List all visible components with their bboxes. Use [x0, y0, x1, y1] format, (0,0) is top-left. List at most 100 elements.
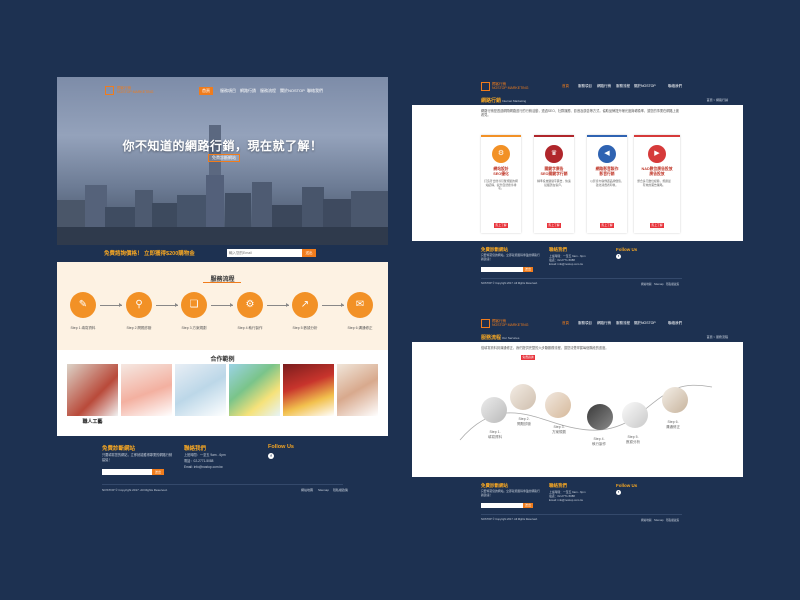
service-card[interactable]: ▶ NAD數位廣告投放 廣告投放 整合多元數位媒體，規劃最有效的廣告策略。 馬上了解 [634, 135, 680, 233]
footer-submit-button[interactable]: 送出 [523, 503, 533, 508]
nav-home[interactable]: 首頁 [562, 84, 569, 89]
service-icon: ♛ [545, 145, 563, 163]
learn-more-button[interactable]: 馬上了解 [547, 223, 561, 228]
process-step-3-image [545, 392, 571, 418]
portfolio-section: 合作範例 職人工藝 [57, 350, 388, 431]
facebook-icon[interactable]: f [616, 490, 621, 495]
step-arrow [322, 303, 344, 307]
nav-about[interactable]: 關於NOSTOP [634, 84, 656, 89]
step-1-label: Step 1.填寫資料 [70, 326, 96, 330]
portfolio-image-4[interactable] [229, 364, 280, 416]
portfolio-image-5[interactable] [283, 364, 334, 416]
process-step-5-label: Step 5. 數據分析 [626, 435, 640, 444]
footer-links[interactable]: 網站地圖 Sitemap 隱私權政策 [641, 282, 679, 286]
nav-home[interactable]: 首頁 [199, 87, 213, 95]
process-step-5-image [622, 402, 648, 428]
service-icon: ⚙ [492, 145, 510, 163]
footer-submit-button[interactable]: 送出 [152, 469, 164, 475]
contact-phone: 電話：02-2771-5088 [184, 459, 214, 463]
footer-email-input[interactable] [481, 267, 523, 272]
nav-marketing[interactable]: 網路行銷 [597, 84, 611, 89]
portfolio-image-6[interactable] [337, 364, 378, 416]
subscribe-text: 免費諮詢價格！ 立即獲得$200購物金 [104, 251, 195, 257]
nav-services[interactable]: 服務項目 [220, 88, 236, 94]
nav-marketing[interactable]: 網路行銷 [240, 88, 256, 94]
process-step-6-image [662, 387, 688, 413]
footer: 免費診斷網站 只要填寫您的網站，立即就能獲得專業的網路行銷建議！ 送出 聯絡我們… [412, 241, 743, 292]
card-accent [587, 135, 627, 137]
step-2-icon: ⚲ [126, 292, 152, 318]
footer-submit-button[interactable]: 送出 [523, 267, 533, 272]
top-nav: 獨客行銷 NOSTOP MARKETING 首頁 服務項目 網路行銷 服務流程 … [412, 77, 743, 95]
process-step-1-label: Step 1. 填寫資料 [488, 430, 502, 439]
process-step-1-image [481, 397, 507, 423]
footer-email-input[interactable] [481, 503, 523, 508]
top-nav: 獨客行銷 NOSTOP MARKETING 首頁 服務項目 網路行銷 服務流程 … [57, 77, 388, 103]
learn-more-button[interactable]: 馬上了解 [600, 223, 614, 228]
service-icon: ◀ [598, 145, 616, 163]
nav-process[interactable]: 服務流程 [616, 84, 630, 89]
contact-hours: 上班時間：一至五 9am - 6pm [184, 453, 226, 457]
service-card[interactable]: ♛ 關鍵字廣告 SEO關鍵字行銷 精準投放關鍵字廣告，快速接觸潛在客戶。 馬上了解 [534, 135, 574, 233]
logo-icon [481, 82, 490, 91]
top-nav: 獨客行銷 NOSTOP MARKETING 首頁 服務項目 網路行銷 服務流程 … [412, 314, 743, 332]
nav-marketing[interactable]: 網路行銷 [597, 321, 611, 326]
service-description: 精準投放關鍵字廣告，快速接觸潛在客戶。 [537, 179, 571, 187]
card-accent [534, 135, 574, 137]
copyright: NOSTOP © Copyright 2017. All Rights Rese… [481, 518, 538, 521]
footer-email-input[interactable] [102, 469, 152, 475]
footer-links[interactable]: 網站地圖 Sitemap 隱私權政策 [641, 518, 679, 522]
footer-link-privacy[interactable]: 隱私權政策 [333, 488, 348, 492]
section-title: 合作範例 [210, 357, 235, 363]
nav-contact[interactable]: 聯絡我們 [668, 321, 682, 326]
nav-home[interactable]: 首頁 [562, 321, 569, 326]
facebook-icon[interactable]: f [268, 453, 274, 459]
copyright: NOSTOP © Copyright 2017. All Rights Rese… [102, 488, 168, 492]
step-2-label: Step 2.問題診斷 [126, 326, 152, 330]
footer-link-sitemap-zh[interactable]: 網站地圖 [301, 488, 313, 492]
page-content: 網路行銷是透過網際網路進行的行銷活動，透過SEO、社群媒體、影音及廣告等方式，協… [412, 105, 743, 241]
nav-about[interactable]: 關於NOSTOP [634, 321, 656, 326]
nav-process[interactable]: 服務流程 [616, 321, 630, 326]
portfolio-image-3[interactable] [175, 364, 226, 416]
nav-process[interactable]: 服務流程 [260, 88, 276, 94]
footer-link-sitemap[interactable]: Sitemap [318, 488, 329, 492]
hero-banner: 獨客行銷 NOSTOP MARKETING 首頁 服務項目 網路行銷 服務流程 … [57, 77, 388, 245]
copyright: NOSTOP © Copyright 2017. All Rights Rese… [481, 282, 538, 285]
learn-more-button[interactable]: 馬上了解 [494, 223, 508, 228]
step-3-label: Step 3.方案規劃 [181, 326, 207, 330]
service-card[interactable]: ◀ 網路影音製作 影音行銷 以影音內容傳遞品牌價值，強化消費者印象。 馬上了解 [587, 135, 627, 233]
page-title: 服務流程Our Services [481, 335, 520, 341]
nav-contact[interactable]: 聯絡我們 [307, 88, 323, 94]
service-description: 打造符合搜尋引擎規範的網站結構，提升自然搜尋排名。 [484, 179, 518, 191]
breadcrumb: 首頁 > 網路行銷 [706, 98, 728, 102]
step-5-icon: ↗ [292, 292, 318, 318]
footer: 免費診斷網站 只要填寫您的網站，立即就能獲得專業的網路行銷建議！ 送出 聯絡我們… [57, 436, 388, 498]
service-card[interactable]: ⚙ 網站設計 SEO優化 打造符合搜尋引擎規範的網站結構，提升自然搜尋排名。馬上了解 [481, 135, 521, 233]
nav-contact[interactable]: 聯絡我們 [668, 84, 682, 89]
nav-services[interactable]: 服務項目 [578, 84, 592, 89]
client-logo-1: 職人工藝 [82, 419, 103, 425]
nav-services[interactable]: 服務項目 [578, 321, 592, 326]
portfolio-image-2[interactable] [121, 364, 172, 416]
portfolio-image-1[interactable] [67, 364, 118, 416]
service-icon: ▶ [648, 145, 666, 163]
subscribe-bar: 免費諮詢價格！ 立即獲得$200購物金 送出 [57, 245, 388, 262]
card-accent [481, 135, 521, 137]
process-step-4-image [587, 404, 613, 430]
process-page-mockup: 獨客行銷 NOSTOP MARKETING 首頁 服務項目 網路行銷 服務流程 … [412, 314, 743, 528]
step-6-icon: ✉ [347, 292, 373, 318]
service-title: 網站設計 SEO優化 [493, 167, 509, 176]
nav-about[interactable]: 關於NOSTOP [280, 88, 305, 94]
step-4-label: Step 4.執行製作 [237, 326, 263, 330]
facebook-icon[interactable]: f [616, 254, 621, 259]
breadcrumb: 首頁 > 服務流程 [706, 335, 728, 339]
learn-more-button[interactable]: 馬上了解 [650, 223, 664, 228]
email-input[interactable] [227, 249, 302, 257]
logo-icon [481, 319, 490, 328]
service-description: 整合多元數位媒體，規劃最有效的廣告策略。 [637, 179, 671, 187]
footer-title-follow: Follow Us [616, 483, 638, 488]
hero-cta-button[interactable]: 免費診斷網站 [208, 154, 240, 162]
page-header: 網路行銷Internet Marketing 首頁 > 網路行銷 [412, 95, 743, 105]
subscribe-button[interactable]: 送出 [302, 249, 316, 257]
